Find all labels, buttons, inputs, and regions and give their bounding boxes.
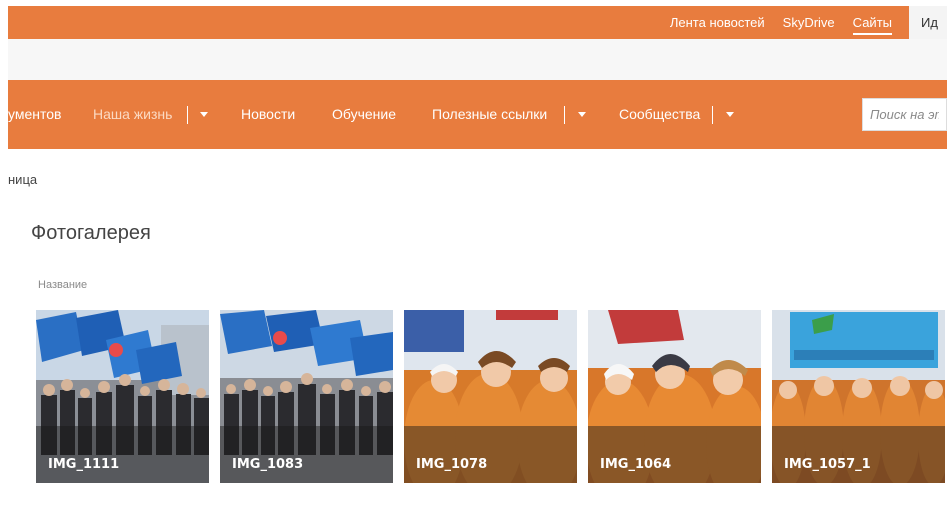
nav-item-communities[interactable]: Сообщества — [619, 80, 700, 149]
nav-item-documents[interactable]: ументов — [8, 80, 61, 149]
page-title: Фотогалерея — [31, 222, 151, 244]
gallery-tile[interactable]: IMG_1064 — [588, 310, 761, 483]
tile-caption-overlay: IMG_1083 — [220, 426, 393, 483]
tile-caption-overlay: IMG_1064 — [588, 426, 761, 483]
suite-link-skydrive[interactable]: SkyDrive — [774, 6, 844, 39]
tile-caption-overlay: IMG_1111 — [36, 426, 209, 483]
nav-item-news[interactable]: Новости — [241, 80, 295, 149]
photo-title[interactable]: IMG_1111 — [48, 457, 119, 472]
photo-title[interactable]: IMG_1078 — [416, 457, 487, 472]
nav-item-useful-links[interactable]: Полезные ссылки — [432, 80, 547, 149]
top-navigation: ументов Наша жизнь Новости Обучение Поле… — [8, 80, 947, 149]
photo-title[interactable]: IMG_1057_1 — [784, 457, 871, 472]
user-menu[interactable]: Ид — [909, 6, 947, 39]
photo-title[interactable]: IMG_1083 — [232, 457, 303, 472]
gallery-tile[interactable]: IMG_1057_1 — [772, 310, 945, 483]
chevron-down-icon[interactable] — [726, 112, 734, 117]
chevron-down-icon[interactable] — [578, 112, 586, 117]
gallery-tile[interactable]: IMG_1083 — [220, 310, 393, 483]
tile-caption-overlay: IMG_1078 — [404, 426, 577, 483]
search-input[interactable] — [863, 99, 946, 130]
nav-separator — [564, 106, 565, 124]
search-box — [862, 98, 947, 131]
suite-bar: Лента новостей SkyDrive Сайты Ид — [8, 6, 947, 39]
page-left-edge — [0, 0, 8, 507]
nav-separator — [712, 106, 713, 124]
tile-caption-overlay: IMG_1057_1 — [772, 426, 945, 483]
ribbon-area — [8, 39, 947, 80]
suite-links: Лента новостей SkyDrive Сайты Ид — [661, 6, 947, 39]
breadcrumb[interactable]: ница — [8, 172, 37, 187]
photo-title[interactable]: IMG_1064 — [600, 457, 671, 472]
chevron-down-icon[interactable] — [200, 112, 208, 117]
nav-separator — [187, 106, 188, 124]
suite-link-newsfeed[interactable]: Лента новостей — [661, 6, 774, 39]
nav-item-our-life[interactable]: Наша жизнь — [93, 80, 172, 149]
column-header-name[interactable]: Название — [38, 279, 87, 291]
suite-link-sites[interactable]: Сайты — [844, 6, 901, 39]
nav-item-learning[interactable]: Обучение — [332, 80, 396, 149]
gallery-tile[interactable]: IMG_1111 — [36, 310, 209, 483]
gallery-tile[interactable]: IMG_1078 — [404, 310, 577, 483]
